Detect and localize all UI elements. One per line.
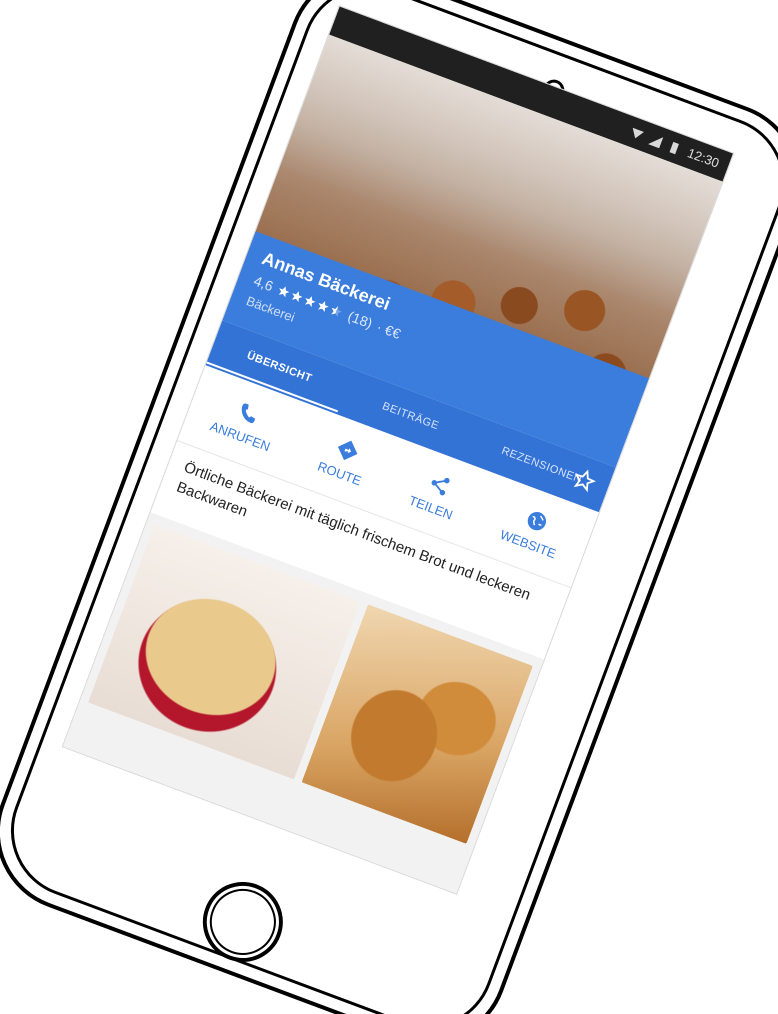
website-button[interactable]: WEBSITE <box>498 500 568 561</box>
phone-icon <box>242 403 256 423</box>
star-half-icon <box>331 305 343 317</box>
wifi-icon <box>633 127 645 139</box>
status-time: 12:30 <box>685 145 722 171</box>
signal-icon <box>648 136 664 149</box>
share-button-label: TEILEN <box>406 492 455 523</box>
review-count: (18) <box>345 307 375 332</box>
route-button[interactable]: ROUTE <box>316 432 374 488</box>
globe-icon <box>527 511 547 530</box>
price-level: · €€ <box>374 318 403 342</box>
website-button-label: WEBSITE <box>498 526 559 561</box>
stage: 12:30 Annas Bäckerei 4,6 (18) · €€ Bäcke… <box>0 0 778 1014</box>
share-button[interactable]: TEILEN <box>407 466 465 522</box>
phone-screen: 12:30 Annas Bäckerei 4,6 (18) · €€ Bäcke… <box>62 6 734 894</box>
rating-value: 4,6 <box>251 272 276 295</box>
share-icon <box>431 477 450 495</box>
call-button-label: ANRUFEN <box>208 417 273 454</box>
directions-icon <box>338 440 358 460</box>
route-button-label: ROUTE <box>315 458 364 489</box>
battery-icon <box>670 141 680 155</box>
call-button[interactable]: ANRUFEN <box>208 392 282 454</box>
